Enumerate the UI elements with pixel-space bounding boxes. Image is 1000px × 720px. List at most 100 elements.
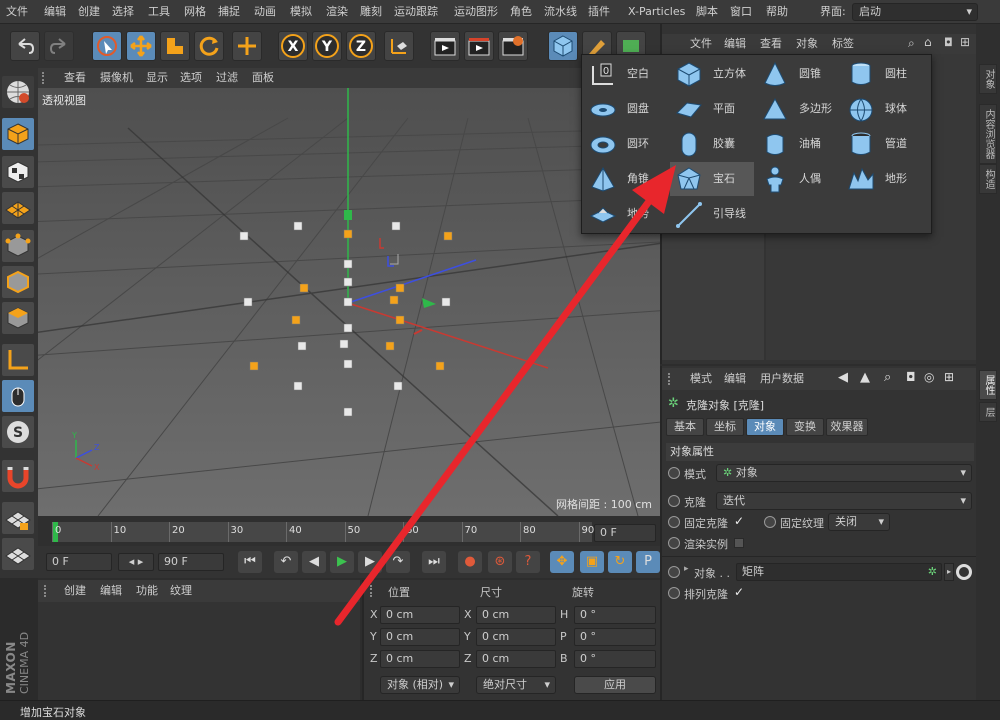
clone-cube[interactable] <box>249 361 259 371</box>
menu-item[interactable]: 工具 <box>148 0 170 24</box>
position-field[interactable]: 0 cm <box>380 628 460 646</box>
prev-key-button[interactable]: ↶ <box>274 551 298 573</box>
clone-cube[interactable] <box>293 221 303 231</box>
primitive-item-tube[interactable]: 管道 <box>842 127 926 161</box>
primitive-item-sphere[interactable]: 球体 <box>842 92 926 126</box>
drag-handle-icon[interactable] <box>44 585 54 597</box>
attribute-menu-item[interactable]: 用户数据 <box>760 369 804 389</box>
clone-cube[interactable] <box>297 341 307 351</box>
clone-cube[interactable] <box>343 359 353 369</box>
primitive-item-polygon[interactable]: 多边形 <box>756 92 840 126</box>
drag-handle-icon[interactable] <box>42 72 52 84</box>
perspective-viewport[interactable]: Y Z X 透视视图 网格间距 : 100 cm <box>38 88 660 516</box>
attribute-menu-item[interactable]: 编辑 <box>724 369 746 389</box>
drag-handle-icon[interactable] <box>370 585 380 597</box>
clone-cube[interactable] <box>343 259 353 269</box>
menu-item[interactable]: 网格 <box>184 0 206 24</box>
clone-cube[interactable] <box>435 361 445 371</box>
clone-cube[interactable] <box>343 229 353 239</box>
clone-cube[interactable] <box>389 295 399 305</box>
object-link-field[interactable]: 矩阵 ✲ <box>736 563 942 581</box>
record-icon[interactable]: ◎ <box>924 370 934 384</box>
menu-item[interactable]: X-Particles <box>628 0 685 24</box>
menu-item[interactable]: 渲染 <box>326 0 348 24</box>
radio-indicator-icon[interactable] <box>668 516 680 528</box>
viewport-menu-item[interactable]: 显示 <box>146 68 168 88</box>
menu-item[interactable]: 雕刻 <box>360 0 382 24</box>
menu-item[interactable]: 运动跟踪 <box>394 0 438 24</box>
axis-mode-button[interactable] <box>2 344 34 376</box>
clone-cube[interactable] <box>343 277 353 287</box>
redo-button[interactable] <box>44 31 74 61</box>
clone-cube[interactable] <box>339 339 349 349</box>
rotation-field[interactable]: 0 ° <box>574 628 656 646</box>
viewport-menu-item[interactable]: 摄像机 <box>100 68 133 88</box>
goto-end-button[interactable]: ⏭ <box>422 551 446 573</box>
move-key-button[interactable]: ✥ <box>550 551 574 573</box>
radio-indicator-icon[interactable] <box>668 495 680 507</box>
start-frame-field[interactable]: 0 F <box>46 553 112 571</box>
menu-item[interactable]: 模拟 <box>290 0 312 24</box>
clone-cube[interactable] <box>385 341 395 351</box>
auto-key-button[interactable]: ⊛ <box>488 551 512 573</box>
clone-cube[interactable] <box>291 315 301 325</box>
primitive-item-plane[interactable]: 平面 <box>670 92 754 126</box>
primitive-item-landscape[interactable]: 地形 <box>842 162 926 196</box>
clone-cube[interactable] <box>299 283 309 293</box>
menu-item[interactable]: 运动图形 <box>454 0 498 24</box>
transform-button[interactable] <box>232 31 262 61</box>
home-icon[interactable]: ⌂ <box>924 35 932 49</box>
pick-object-button[interactable] <box>956 564 972 580</box>
goto-start-button[interactable]: ⏮ <box>238 551 262 573</box>
scale-key-button[interactable]: ▣ <box>580 551 604 573</box>
menu-item[interactable]: 帮助 <box>766 0 788 24</box>
primitive-item-cube[interactable]: 立方体 <box>670 57 754 91</box>
menu-item[interactable]: 捕捉 <box>218 0 240 24</box>
radio-indicator-icon[interactable] <box>764 516 776 528</box>
clone-cube[interactable] <box>441 297 451 307</box>
menu-item[interactable]: 脚本 <box>696 0 718 24</box>
viewport-menu-item[interactable]: 查看 <box>64 68 86 88</box>
new-window-icon[interactable]: ⊞ <box>944 370 954 384</box>
tweak-mode-button[interactable] <box>2 380 34 412</box>
size-field[interactable]: 0 cm <box>476 628 556 646</box>
attribute-tab[interactable]: 坐标 <box>706 418 744 436</box>
object-manager-menu-item[interactable]: 标签 <box>832 34 854 54</box>
menu-item[interactable]: 文件 <box>6 0 28 24</box>
primitive-item-disc[interactable]: 圆盘 <box>584 92 668 126</box>
mode-dropdown[interactable]: ✲ 对象 ▾ <box>716 464 972 482</box>
move-button[interactable] <box>126 31 156 61</box>
next-key-button[interactable]: ↷ <box>386 551 410 573</box>
polygons-mode-button[interactable] <box>2 302 34 334</box>
timeline[interactable]: 0 10 20 30 40 50 60 70 80 90 0 F <box>38 516 660 546</box>
undo-button[interactable] <box>10 31 40 61</box>
x-axis-button[interactable]: X <box>278 31 308 61</box>
menu-item[interactable]: 流水线 <box>544 0 577 24</box>
layout-dropdown[interactable]: 启动 ▾ <box>852 3 978 21</box>
end-frame-field[interactable]: 90 F <box>158 553 224 571</box>
clone-cube[interactable] <box>393 381 403 391</box>
menu-item[interactable]: 窗口 <box>730 0 752 24</box>
cube-primitive-button[interactable] <box>548 31 578 61</box>
clone-mode-dropdown[interactable]: 迭代 ▾ <box>716 492 972 510</box>
tab-objects[interactable]: 对象 <box>979 64 997 94</box>
workplane-mode-button[interactable] <box>2 192 34 224</box>
expand-arrow-icon[interactable]: ▸ <box>684 564 689 574</box>
tab-layers[interactable]: 层 <box>979 402 997 422</box>
render-view-button[interactable] <box>430 31 460 61</box>
live-select-button[interactable] <box>92 31 122 61</box>
radio-indicator-icon[interactable] <box>668 566 680 578</box>
lock-icon[interactable]: ◘ <box>944 36 953 49</box>
viewport-menu-item[interactable]: 过滤 <box>216 68 238 88</box>
tab-attributes[interactable]: 属性 <box>979 370 997 400</box>
position-field[interactable]: 0 cm <box>380 650 460 668</box>
primitive-item-platonic[interactable]: 宝石 <box>670 162 754 196</box>
y-axis-button[interactable]: Y <box>312 31 342 61</box>
radio-indicator-icon[interactable] <box>668 537 680 549</box>
clone-cube[interactable] <box>395 283 405 293</box>
record-button[interactable]: ● <box>458 551 482 573</box>
clone-cube[interactable] <box>395 315 405 325</box>
attribute-tab[interactable]: 对象 <box>746 418 784 436</box>
primitive-item-guide[interactable]: 引导线 <box>670 197 754 231</box>
drag-handle-icon[interactable] <box>668 373 678 385</box>
